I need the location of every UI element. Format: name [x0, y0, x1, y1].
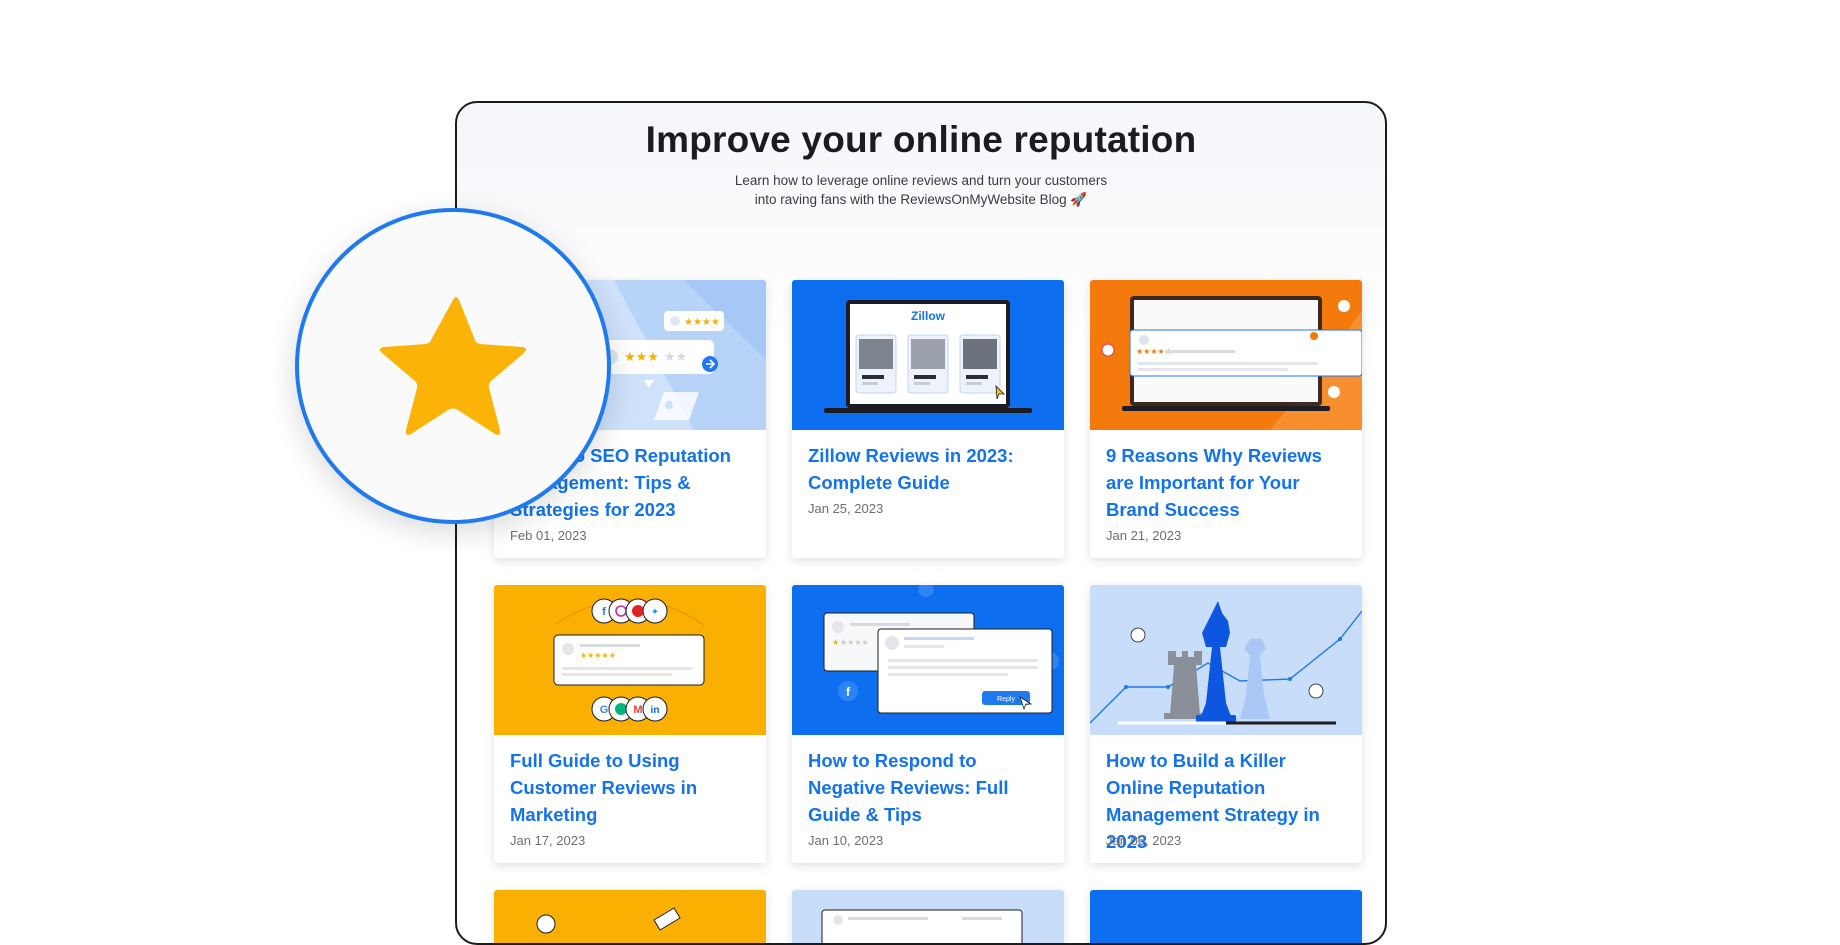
card-date: Jan 25, 2023: [808, 501, 884, 516]
blog-card-reputation-strategy[interactable]: How to Build a Killer Online Reputation …: [1090, 585, 1362, 863]
blog-card-zillow[interactable]: Zillow Zillow Reviews in 2023: Complete …: [792, 280, 1064, 558]
card-title[interactable]: How to Respond to Negative Reviews: Full…: [808, 747, 1050, 828]
svg-text:✦: ✦: [651, 607, 659, 618]
svg-text:f: f: [602, 606, 606, 618]
blog-card-9-reasons[interactable]: ★★★★★ 9 Reasons Why Reviews are Importan…: [1090, 280, 1362, 558]
svg-text:in: in: [651, 705, 660, 716]
svg-text:★★: ★★: [664, 350, 687, 365]
svg-text:★★★: ★★★: [624, 350, 659, 365]
svg-text:Reply: Reply: [997, 696, 1015, 703]
svg-text:M: M: [633, 704, 642, 716]
page-subtitle: Learn how to leverage online reviews and…: [457, 171, 1385, 209]
svg-text:★★★★★: ★★★★★: [580, 651, 616, 660]
card-title[interactable]: 9 Reasons Why Reviews are Important for …: [1106, 442, 1348, 523]
page-title: Improve your online reputation: [645, 119, 1197, 160]
review-laptop-illustration: ★★★★★: [1090, 280, 1362, 430]
card-date: Jan 06, 2023: [1106, 833, 1182, 848]
card-date: Jan 21, 2023: [1106, 528, 1182, 543]
svg-text:G: G: [600, 704, 609, 716]
subtitle-line-2: into raving fans with the ReviewsOnMyWeb…: [754, 192, 1088, 207]
chess-illustration: [1090, 585, 1362, 735]
subtitle-line-1: Learn how to leverage online reviews and…: [734, 173, 1108, 188]
card-date: Jan 10, 2023: [808, 833, 884, 848]
card-date: Feb 01, 2023: [510, 528, 587, 543]
svg-text:★★★★: ★★★★: [684, 317, 720, 328]
card-title[interactable]: Full Guide to Using Customer Reviews in …: [510, 747, 752, 828]
svg-text:★: ★: [832, 638, 839, 647]
svg-text:★★★★: ★★★★: [840, 638, 869, 647]
blog-card-customer-reviews-marketing[interactable]: f ✦ ★★★★★ G M in Full Guide to Using Cus…: [494, 585, 766, 863]
blog-section: Improve your online reputation Learn how…: [455, 101, 1387, 945]
reply-review-illustration: f ★ ★★★★ Reply: [792, 585, 1064, 735]
star-icon: [379, 297, 527, 435]
blog-card-negative-reviews[interactable]: f ★ ★★★★ Reply How to Respond to Negativ…: [792, 585, 1064, 863]
zillow-laptop-illustration: Zillow: [792, 280, 1064, 430]
card-date: Jan 17, 2023: [510, 833, 586, 848]
social-review-illustration: f ✦ ★★★★★ G M in: [494, 585, 766, 735]
zoom-badge: [295, 208, 611, 524]
card-title[interactable]: Zillow Reviews in 2023: Complete Guide: [808, 442, 1050, 496]
svg-text:Zillow: Zillow: [911, 309, 946, 323]
